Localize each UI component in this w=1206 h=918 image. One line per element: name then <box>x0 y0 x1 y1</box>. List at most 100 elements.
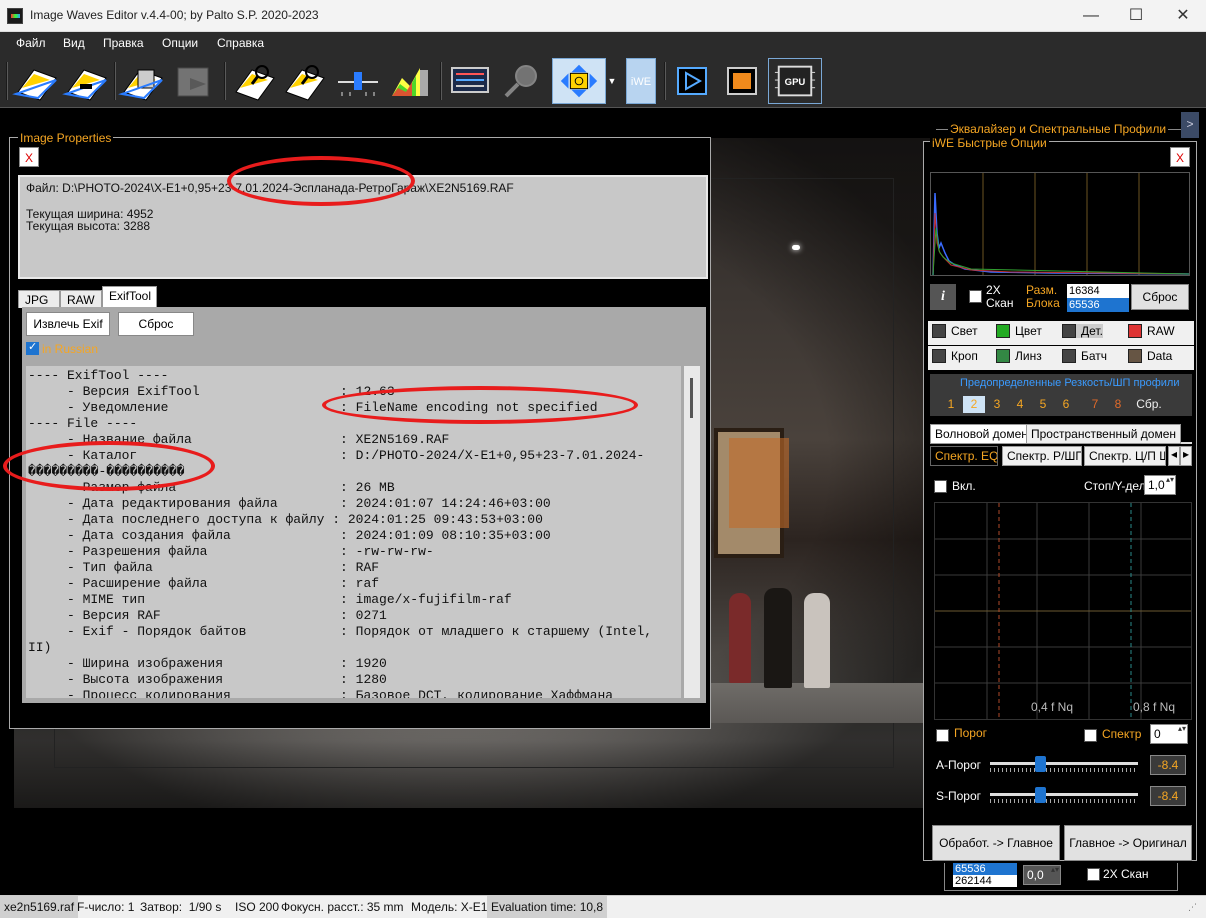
preset-6[interactable]: 6 <box>1055 396 1077 413</box>
save-image-icon[interactable] <box>62 58 110 104</box>
close-window-button[interactable]: ✕ <box>1160 0 1206 32</box>
close-quick-options-button[interactable]: X <box>1170 147 1190 167</box>
annotation-circle <box>227 156 415 206</box>
preset-1[interactable]: 1 <box>940 396 962 413</box>
menu-view[interactable]: Вид <box>63 36 85 50</box>
levels-slider-icon[interactable] <box>334 58 382 104</box>
preset-2[interactable]: 2 <box>963 396 985 413</box>
block-size-list[interactable]: 16384 65536 <box>1067 284 1129 312</box>
zoom-out-icon[interactable] <box>280 58 328 104</box>
exif-line: - Версия RAF : 0271 <box>28 608 387 623</box>
block-size-option-selected[interactable]: 65536 <box>1067 298 1129 312</box>
tab-spectrum-cp[interactable]: Спектр. Ц/П Ш <box>1084 446 1166 466</box>
open-image-icon[interactable] <box>12 58 60 104</box>
menu-help[interactable]: Справка <box>217 36 264 50</box>
option-light[interactable]: Свет <box>932 324 978 338</box>
gpu-label: GPU <box>785 77 806 88</box>
close-dialog-button[interactable]: X <box>19 147 39 167</box>
main-to-original-button[interactable]: Главное -> Оригинал <box>1064 825 1192 861</box>
lower-scan-checkbox[interactable] <box>1087 868 1100 881</box>
minimize-button[interactable]: — <box>1068 0 1114 32</box>
option-data[interactable]: Data <box>1128 349 1172 363</box>
menu-options[interactable]: Опции <box>162 36 198 50</box>
stop-spinbox[interactable]: 1,0 <box>1144 475 1176 495</box>
tab-spectrum-eq[interactable]: Спектр. EQ <box>930 446 998 466</box>
preset-profiles: Предопределенные Резкость/ШП профили 1 2… <box>930 374 1192 416</box>
play-icon[interactable] <box>668 58 716 104</box>
spectrum-spinbox[interactable]: 0 <box>1150 724 1188 744</box>
equalizer-title: Эквалайзер и Спектральные Профили <box>948 122 1169 136</box>
histogram-chart <box>930 172 1190 276</box>
tab-raw[interactable]: RAW <box>60 290 102 308</box>
chevron-right-icon[interactable]: ▸ <box>1180 446 1192 466</box>
slider-knob[interactable] <box>1035 787 1046 803</box>
navigator-pan-icon[interactable] <box>552 58 606 104</box>
status-focal-length: Фокусн. расст.: 35 mm <box>281 900 404 914</box>
tab-spatial-domain[interactable]: Пространственный домен <box>1026 424 1181 444</box>
preset-7[interactable]: 7 <box>1084 396 1106 413</box>
lower-size-option[interactable]: 262144 <box>953 875 1017 887</box>
lower-size-option[interactable]: 65536 <box>953 863 1017 875</box>
chevron-down-icon[interactable]: ▼ <box>606 58 618 104</box>
person-figure <box>764 588 792 688</box>
stop-icon[interactable] <box>718 58 766 104</box>
exiftool-controls: Извлечь Exif Сброс in Russian <box>22 307 706 363</box>
exif-scrollbar[interactable] <box>684 366 700 698</box>
option-color[interactable]: Цвет <box>996 324 1042 338</box>
gpu-icon[interactable]: GPU <box>768 58 822 104</box>
reset-button[interactable]: Сброс <box>1131 284 1189 310</box>
image-list-icon[interactable] <box>446 58 494 104</box>
chevron-left-icon[interactable]: ◂ <box>1168 446 1180 466</box>
slider-knob[interactable] <box>1035 756 1046 772</box>
equalizer-graph[interactable]: 0,4 f Nq 0,8 f Nq <box>934 502 1192 720</box>
info-button[interactable]: i <box>930 284 956 310</box>
slider-ticks <box>990 799 1138 803</box>
spectrum-checkbox[interactable] <box>1084 729 1097 742</box>
scan-2x-checkbox[interactable] <box>969 290 982 303</box>
option-batch[interactable]: Батч <box>1062 349 1107 363</box>
option-details[interactable]: Дет. <box>1062 324 1103 338</box>
option-crop[interactable]: Кроп <box>932 349 978 363</box>
s-threshold-slider[interactable] <box>990 787 1138 803</box>
preset-reset[interactable]: Сбр. <box>1132 396 1166 413</box>
preset-5[interactable]: 5 <box>1032 396 1054 413</box>
maximize-button[interactable]: ☐ <box>1113 0 1159 32</box>
extract-exif-button[interactable]: Извлечь Exif <box>26 312 110 336</box>
copy-image-icon[interactable] <box>118 58 166 104</box>
enable-checkbox[interactable] <box>934 480 947 493</box>
tab-spectrum-snr[interactable]: Спектр. Р/ШП <box>1002 446 1082 466</box>
block-size-option[interactable]: 16384 <box>1067 284 1129 298</box>
lower-size-list[interactable]: 65536 262144 <box>953 863 1017 887</box>
menu-edit[interactable]: Правка <box>103 36 144 50</box>
option-raw[interactable]: RAW <box>1128 324 1175 338</box>
preset-8[interactable]: 8 <box>1107 396 1129 413</box>
in-russian-checkbox[interactable] <box>26 340 39 355</box>
lower-spinbox[interactable]: 0,0 <box>1023 865 1061 885</box>
preset-4[interactable]: 4 <box>1009 396 1031 413</box>
iwe-button[interactable]: iWE <box>626 58 656 104</box>
slider-track <box>990 793 1138 796</box>
person-figure <box>729 593 751 683</box>
status-eval-time: Evaluation time: 10,8 <box>487 896 608 918</box>
magnifier-icon[interactable] <box>498 58 546 104</box>
a-threshold-slider[interactable] <box>990 756 1138 772</box>
reset-exif-button[interactable]: Сброс <box>118 312 194 336</box>
resize-grip-icon[interactable]: ⋰ <box>1188 896 1197 918</box>
threshold-checkbox[interactable] <box>936 729 949 742</box>
option-lens[interactable]: Линз <box>996 349 1042 363</box>
spectrum-label: Спектр <box>1102 727 1142 741</box>
menu-file[interactable]: Файл <box>16 36 46 50</box>
light-icon <box>932 324 946 338</box>
zoom-in-icon[interactable] <box>230 58 278 104</box>
expand-arrow-icon[interactable]: > <box>1181 112 1199 138</box>
paste-image-icon[interactable] <box>170 58 218 104</box>
preset-3[interactable]: 3 <box>986 396 1008 413</box>
histogram-icon[interactable] <box>386 58 434 104</box>
scrollbar-thumb[interactable] <box>690 378 693 418</box>
tab-exiftool[interactable]: ExifTool <box>102 286 157 308</box>
current-height: Текущая высота: 3288 <box>26 219 151 233</box>
tab-jpg[interactable]: JPG <box>18 290 60 308</box>
tab-wave-domain[interactable]: Волновой домен <box>930 424 1033 444</box>
process-to-main-button[interactable]: Обработ. -> Главное <box>932 825 1060 861</box>
status-model: Модель: X-E1 <box>411 900 488 914</box>
